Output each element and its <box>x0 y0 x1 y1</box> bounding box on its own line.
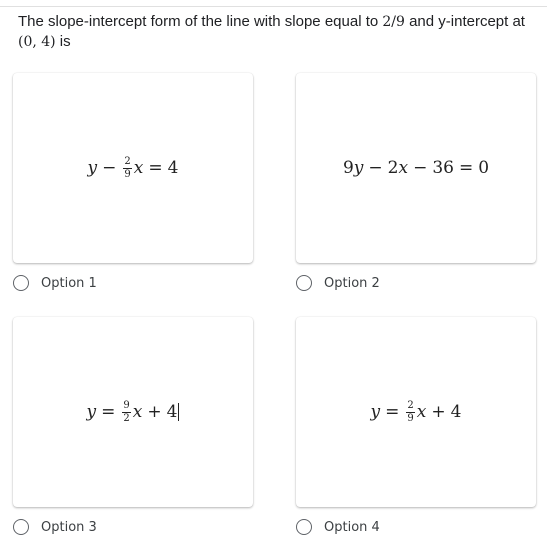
option-2-choice[interactable]: Option 2 <box>296 275 380 291</box>
radio-button-icon[interactable] <box>13 275 29 291</box>
eq-term: x <box>132 402 143 422</box>
radio-button-icon[interactable] <box>13 519 29 535</box>
text-cursor <box>178 403 180 421</box>
eq-term: x <box>398 158 409 178</box>
option-4-card[interactable]: y = 29 x + 4 <box>296 317 536 507</box>
eq-fraction: 92 <box>122 399 131 424</box>
fraction-numerator: 2 <box>123 155 132 169</box>
fraction-numerator: 9 <box>122 399 131 413</box>
eq-operator: − <box>368 158 383 178</box>
eq-term: 2 <box>387 158 399 178</box>
eq-term: y <box>353 158 364 178</box>
option-2-equation: 9y − 2x − 36 = 0 <box>343 158 489 178</box>
option-4-choice[interactable]: Option 4 <box>296 519 380 535</box>
eq-operator: = <box>101 402 116 422</box>
option-2-label: Option 2 <box>324 275 380 291</box>
eq-term: 0 <box>478 158 490 178</box>
option-4-equation: y = 29 x + 4 <box>370 399 462 424</box>
eq-fraction: 29 <box>406 399 415 424</box>
fraction-denominator: 9 <box>124 168 131 180</box>
option-1-label: Option 1 <box>41 275 97 291</box>
eq-term: 4 <box>167 158 179 178</box>
option-1-choice[interactable]: Option 1 <box>13 275 97 291</box>
fraction-numerator: 2 <box>406 399 415 413</box>
question-slope: 2/9 <box>382 14 405 30</box>
eq-term: x <box>133 158 144 178</box>
eq-fraction: 29 <box>123 155 132 180</box>
eq-operator: = <box>148 158 163 178</box>
top-divider <box>0 6 547 7</box>
eq-operator: − <box>102 158 117 178</box>
option-1-card[interactable]: y − 29 x = 4 <box>13 73 253 263</box>
eq-term: 9 <box>342 158 354 178</box>
eq-operator: − <box>413 158 428 178</box>
question-text-part: is <box>55 33 71 50</box>
radio-button-icon[interactable] <box>296 275 312 291</box>
option-3-card[interactable]: y = 92 x + 4 <box>13 317 253 507</box>
eq-operator: = <box>385 402 400 422</box>
radio-button-icon[interactable] <box>296 519 312 535</box>
question-text: The slope-intercept form of the line wit… <box>18 12 538 52</box>
eq-operator: + <box>147 402 162 422</box>
eq-term: 36 <box>432 158 454 178</box>
eq-term: y <box>86 402 97 422</box>
question-text-part: The slope-intercept form of the line wit… <box>18 13 383 30</box>
option-3-choice[interactable]: Option 3 <box>13 519 97 535</box>
option-1-equation: y − 29 x = 4 <box>87 155 179 180</box>
question-point: (0, 4) <box>18 34 56 50</box>
option-4-label: Option 4 <box>324 519 380 535</box>
eq-operator: + <box>431 402 446 422</box>
option-2-card[interactable]: 9y − 2x − 36 = 0 <box>296 73 536 263</box>
eq-term: 4 <box>450 402 462 422</box>
eq-term: y <box>87 158 98 178</box>
eq-term: y <box>370 402 381 422</box>
eq-term: 4 <box>166 402 178 422</box>
option-3-label: Option 3 <box>41 519 97 535</box>
eq-term: x <box>416 402 427 422</box>
eq-operator: = <box>458 158 474 178</box>
fraction-denominator: 2 <box>123 412 130 424</box>
fraction-denominator: 9 <box>407 412 414 424</box>
option-3-equation: y = 92 x + 4 <box>86 399 180 424</box>
question-text-part: and y-intercept at <box>404 13 525 30</box>
